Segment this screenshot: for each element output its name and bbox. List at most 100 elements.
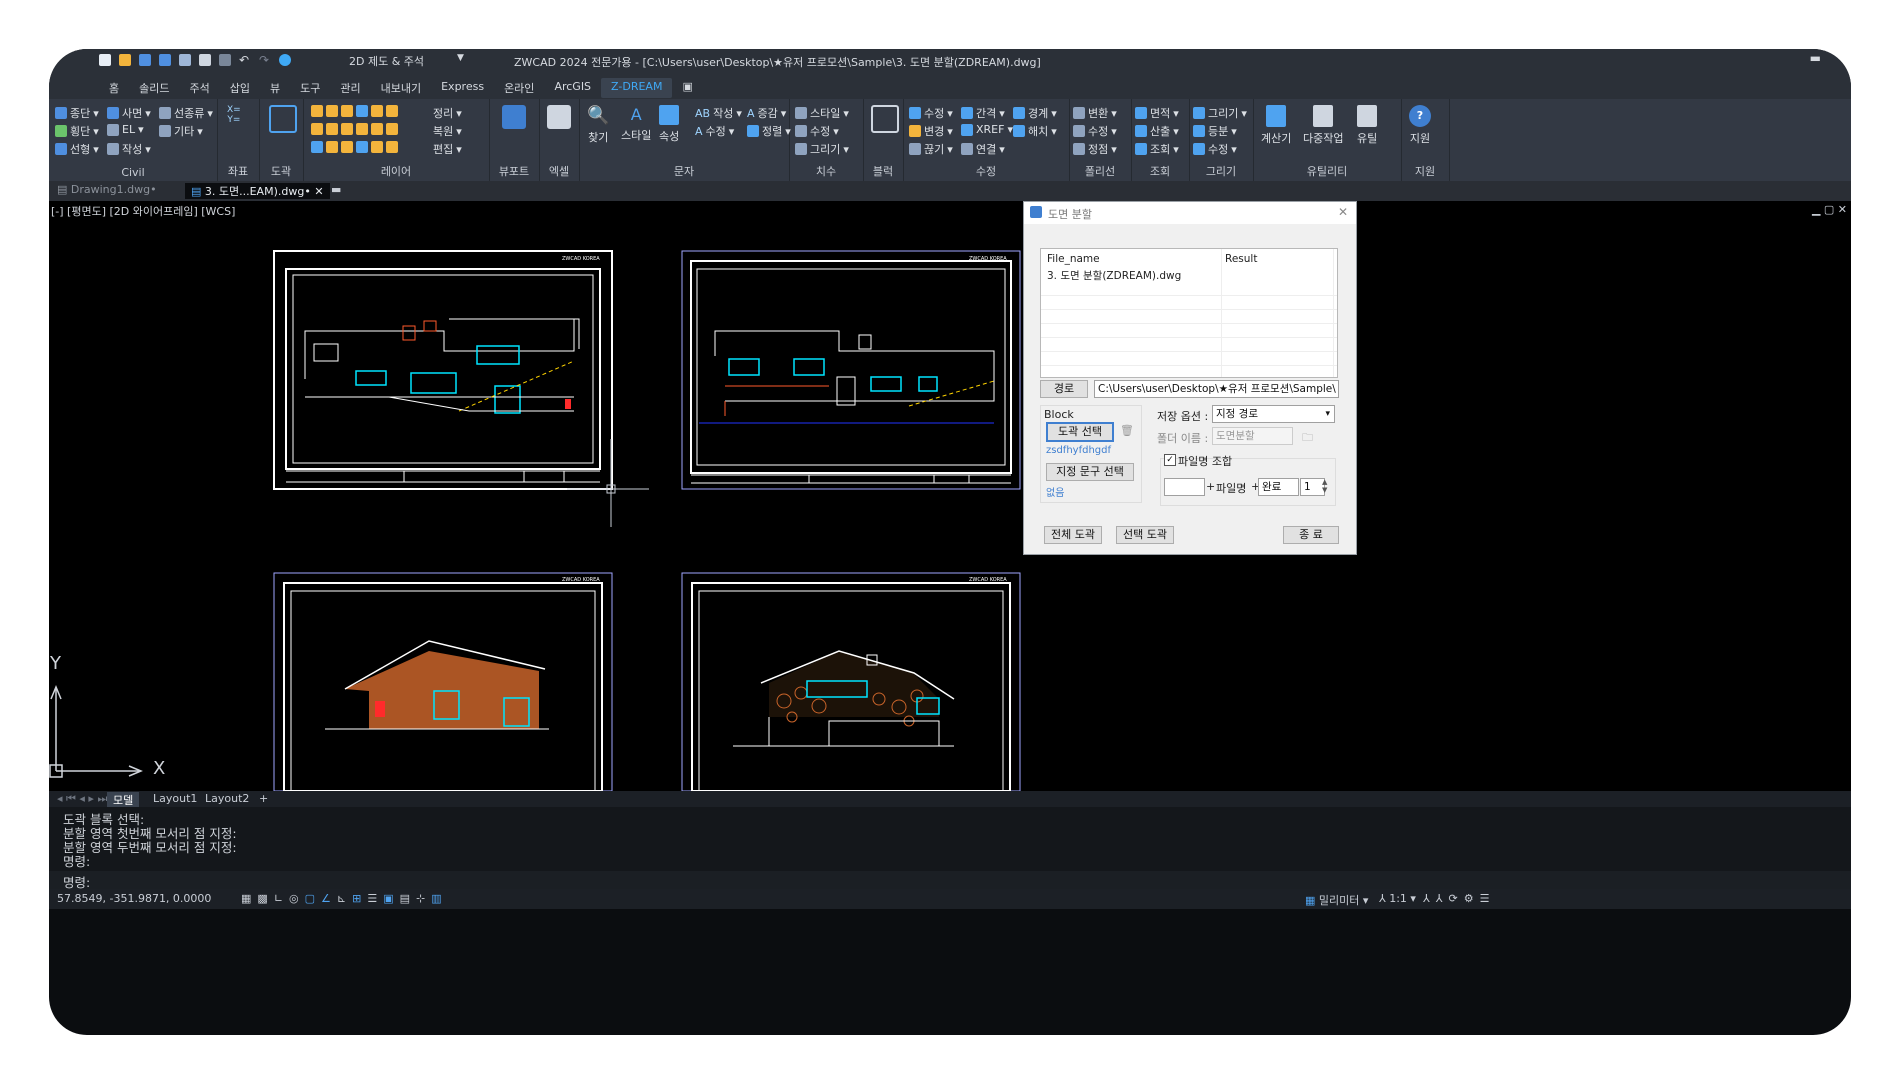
all-frames-button[interactable]: 전체 도곽 [1044, 526, 1102, 544]
draw-button[interactable]: 그리기 ▾ [1193, 105, 1247, 121]
drawing-canvas[interactable]: [-] [평면도] [2D 와이어프레임] [WCS] ▁ ▢ ✕ ZWCAD … [49, 201, 1851, 791]
table-row[interactable]: 3. 도면 분할(ZDREAM).dwg [1041, 267, 1337, 282]
col-header-file-name[interactable]: File_name [1047, 253, 1100, 265]
transparency-toggle-icon[interactable]: ▣ [383, 892, 393, 905]
doc-tab-drawing1[interactable]: ▤ Drawing1.dwg• [51, 183, 163, 199]
text-value-link[interactable]: 없음 [1046, 484, 1064, 499]
sheet-front-elevation[interactable] [273, 250, 649, 527]
workspace-dropdown[interactable]: 2D 제도 & 주석 ▼ [349, 53, 509, 68]
exit-button[interactable]: 종 료 [1283, 526, 1339, 544]
tab-manage[interactable]: 관리 [330, 78, 370, 98]
dim-draw-button[interactable]: 그리기 ▾ [795, 141, 849, 157]
attribute-button[interactable]: 속성 [659, 105, 679, 144]
suffix-field[interactable]: 완료 [1258, 478, 1299, 496]
text-create-button[interactable]: AB 작성 ▾ [695, 105, 742, 121]
text-style-button[interactable]: A 스타일 [621, 105, 651, 143]
save-icon[interactable] [139, 54, 151, 66]
undo-icon[interactable]: ↶ [239, 54, 251, 66]
join-button[interactable]: 연결 ▾ [961, 141, 1005, 157]
sheet-side-elevation-1[interactable] [273, 572, 613, 791]
tab-view[interactable]: 뷰 [260, 78, 290, 98]
block-name-link[interactable]: zsdfhyfdhgdf [1046, 445, 1111, 456]
excel-icon[interactable] [547, 105, 571, 129]
profile-button[interactable]: 종단 ▾ [55, 105, 99, 121]
inquiry-button[interactable]: 조회 ▾ [1135, 141, 1179, 157]
tab-arcgis[interactable]: ArcGIS [544, 78, 601, 98]
folder-icon[interactable]: 🗀 [1302, 429, 1313, 448]
layer-tools-row2[interactable] [311, 123, 398, 135]
pline-modify-button[interactable]: 수정 ▾ [1073, 123, 1117, 139]
selected-frames-button[interactable]: 선택 도곽 [1116, 526, 1174, 544]
save-as-icon[interactable] [159, 54, 171, 66]
lineweight-toggle-icon[interactable]: ☰ [367, 892, 377, 905]
tab-express[interactable]: Express [431, 78, 494, 98]
path-button[interactable]: 경로 [1040, 380, 1088, 398]
trash-icon[interactable]: 🗑 [1120, 424, 1134, 437]
new-file-icon[interactable] [99, 54, 111, 66]
break-button[interactable]: 끊기 ▾ [909, 141, 953, 157]
modify-button[interactable]: 수정 ▾ [909, 105, 953, 121]
spacing-button[interactable]: 간격 ▾ [961, 105, 1005, 121]
filename-combine-checkbox[interactable]: ✓ [1164, 454, 1176, 466]
ribbon-toggle-icon[interactable]: ▣ [672, 78, 702, 98]
col-header-result[interactable]: Result [1225, 253, 1257, 265]
cut-icon[interactable] [219, 54, 231, 66]
doc-tab-active[interactable]: ▤ 3. 도면...EAM).dwg• ✕ [185, 183, 330, 199]
dyn-input-toggle-icon[interactable]: ⊞ [352, 892, 361, 905]
select-text-button[interactable]: 지정 문구 선택 [1046, 463, 1134, 481]
osnap-toggle-icon[interactable]: ▢ [305, 892, 315, 905]
text-increment-button[interactable]: A 증감 ▾ [747, 105, 786, 121]
multitask-button[interactable]: 다중작업 [1303, 105, 1343, 146]
convert-button[interactable]: 변환 ▾ [1073, 105, 1117, 121]
text-modify-button[interactable]: A 수정 ▾ [695, 123, 734, 139]
redo-icon[interactable]: ↷ [259, 54, 271, 66]
plot-preview-icon[interactable] [179, 54, 191, 66]
print-icon[interactable] [199, 54, 211, 66]
change-button[interactable]: 변경 ▾ [909, 123, 953, 139]
layer-edit-button[interactable]: 편집 ▾ [433, 141, 462, 157]
layer-tools-row3[interactable] [311, 141, 398, 153]
filename-prefix-field[interactable] [1164, 478, 1205, 496]
add-layout-button[interactable]: + [253, 792, 274, 805]
find-button[interactable]: 🔍 찾기 [587, 105, 609, 145]
coordinate-readout[interactable]: 57.8549, -351.9871, 0.0000 [57, 892, 211, 905]
annotation-monitor-icon[interactable]: ▥ [431, 892, 441, 905]
tab-z-dream[interactable]: Z-DREAM [601, 78, 673, 98]
tab-annotate[interactable]: 주석 [180, 78, 220, 98]
create-button[interactable]: 작성 ▾ [107, 141, 151, 157]
close-icon[interactable]: ✕ [314, 185, 323, 198]
workspace-switch-icon[interactable]: ⟳ [1448, 892, 1457, 905]
layer-tools-row1[interactable] [311, 105, 398, 117]
hatch-button[interactable]: 해치 ▾ [1013, 123, 1057, 139]
sheet-rear-elevation[interactable] [681, 250, 1021, 490]
select-frame-button[interactable]: 도곽 선택 [1046, 422, 1114, 442]
customize-icon[interactable]: ☰ [1480, 892, 1490, 905]
divide-button[interactable]: 등분 ▾ [1193, 123, 1237, 139]
tab-home[interactable]: 홈 [99, 78, 129, 98]
polar-toggle-icon[interactable]: ◎ [289, 892, 299, 905]
tab-layout2[interactable]: Layout2 [199, 792, 255, 805]
annotation-visibility-icon[interactable]: ⅄ [1423, 892, 1430, 905]
sheet-side-elevation-2[interactable] [681, 572, 1021, 791]
cross-section-button[interactable]: 횡단 ▾ [55, 123, 99, 139]
draw-modify-button[interactable]: 수정 ▾ [1193, 141, 1237, 157]
folder-name-field[interactable]: 도면분할 [1212, 427, 1293, 445]
frame-grid-icon[interactable] [269, 105, 297, 133]
layout-nav-arrows[interactable]: ◂ ⏮ ◂ ▸ ⏭ [51, 792, 113, 806]
tab-export[interactable]: 내보내기 [371, 78, 431, 98]
minimize-icon[interactable]: ▬ [1810, 51, 1821, 65]
dialog-close-icon[interactable]: ✕ [1338, 205, 1348, 219]
linetype-button[interactable]: 선종류 ▾ [159, 105, 213, 121]
util-button[interactable]: 유틸 [1357, 105, 1377, 146]
slope-button[interactable]: 사면 ▾ [107, 105, 151, 121]
auto-scale-icon[interactable]: ⅄ [1436, 892, 1443, 905]
spinner-arrows-icon[interactable]: ▲ ▼ [1322, 478, 1327, 494]
area-button[interactable]: 면적 ▾ [1135, 105, 1179, 121]
settings-gear-icon[interactable]: ⚙ [1464, 892, 1474, 905]
text-align-button[interactable]: 정렬 ▾ [747, 123, 791, 139]
annotation-scale[interactable]: ⅄ 1:1 ▾ [1379, 892, 1416, 905]
ortho-toggle-icon[interactable]: ∟ [274, 892, 283, 905]
snap-tracking-icon[interactable]: ⊹ [416, 892, 425, 905]
boundary-button[interactable]: 경계 ▾ [1013, 105, 1057, 121]
calculate-button[interactable]: 산출 ▾ [1135, 123, 1179, 139]
